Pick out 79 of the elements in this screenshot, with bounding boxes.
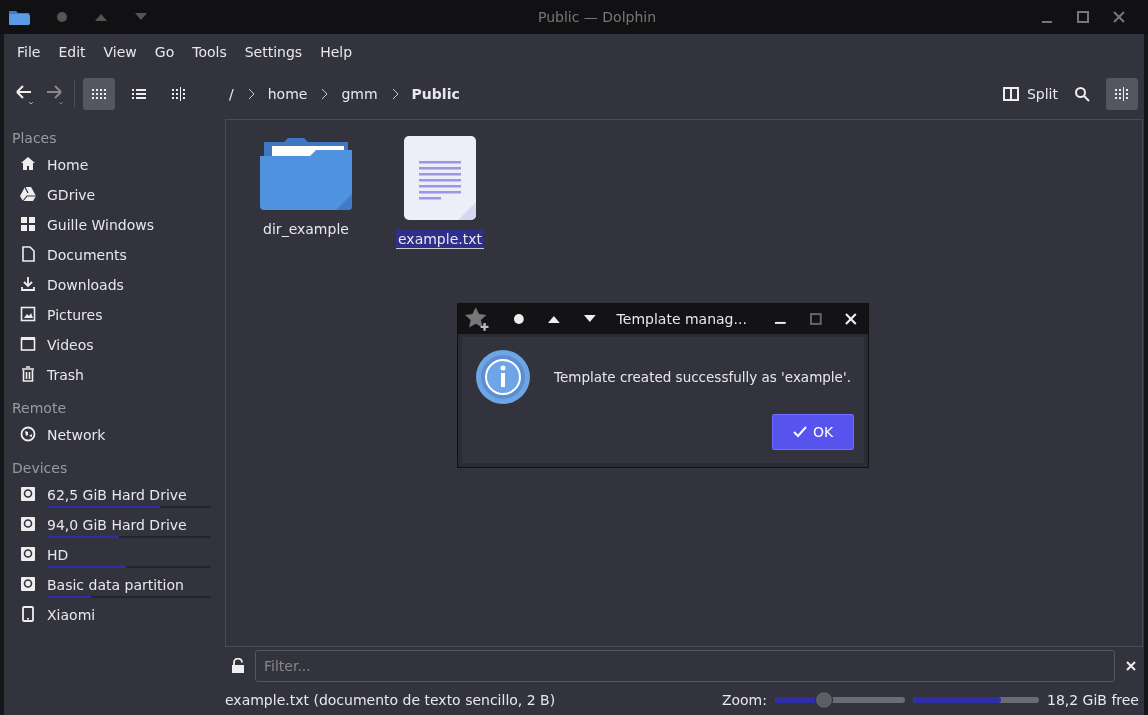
- forward-arrow-icon[interactable]: [44, 82, 66, 106]
- folder-icon: [8, 8, 30, 26]
- hard-drive-icon: [20, 546, 36, 562]
- zoom-slider[interactable]: [774, 691, 905, 709]
- menu-item[interactable]: Settings: [235, 44, 312, 60]
- hard-drive-icon: [20, 486, 36, 502]
- hard-drive-icon: [20, 576, 36, 592]
- panel-icon: [1115, 87, 1129, 101]
- filter-field[interactable]: Filter...: [255, 650, 1115, 682]
- info-icon: [476, 350, 530, 404]
- sidebar-item[interactable]: Pictures: [4, 300, 222, 330]
- caret-up-icon[interactable]: [547, 314, 561, 324]
- hard-drive-icon: [20, 516, 36, 532]
- zoom-label: Zoom:: [721, 692, 767, 708]
- menu-item[interactable]: Go: [145, 44, 184, 60]
- sidebar-item[interactable]: GDrive: [4, 180, 222, 210]
- pin-dot-icon[interactable]: [56, 11, 68, 23]
- back-arrow-icon[interactable]: [14, 82, 36, 106]
- sidebar-item[interactable]: Trash: [4, 360, 222, 390]
- sidebar-item[interactable]: Home: [4, 150, 222, 180]
- picture-icon: [20, 306, 36, 322]
- sidebar-item[interactable]: Network: [4, 420, 222, 450]
- file-name[interactable]: example.txt: [396, 230, 484, 249]
- padlock-icon[interactable]: [231, 658, 245, 674]
- split-view-icon: [1002, 87, 1019, 101]
- slider-thumb[interactable]: [815, 691, 834, 709]
- dialog-title: Template manag...: [616, 311, 747, 327]
- dialog-message: Template created successfully as 'example'.: [554, 369, 851, 385]
- chevron-right-icon: [390, 88, 399, 100]
- sidebar-item[interactable]: Basic data partition: [4, 570, 222, 600]
- windows-grid-icon: [20, 216, 36, 232]
- sidebar-item[interactable]: 94,0 GiB Hard Drive: [4, 510, 222, 540]
- section-heading: Places: [11, 129, 58, 148]
- breadcrumb-item[interactable]: Public: [408, 86, 463, 102]
- globe-icon: [20, 426, 36, 442]
- chevron-right-icon: [320, 88, 329, 100]
- columns-view-icon: [172, 87, 186, 101]
- split-button[interactable]: Split: [1002, 78, 1058, 110]
- document-icon: [20, 246, 36, 262]
- pin-dot-icon[interactable]: [513, 313, 526, 325]
- file-name[interactable]: dir_example: [261, 220, 351, 239]
- icons-view-icon: [92, 87, 106, 101]
- menu-item[interactable]: Help: [311, 44, 362, 60]
- sidebar-item[interactable]: 62,5 GiB Hard Drive: [4, 480, 222, 510]
- menu-item[interactable]: Edit: [49, 44, 95, 60]
- breadcrumb-item[interactable]: /: [226, 86, 237, 102]
- sidebar-item[interactable]: Videos: [4, 330, 222, 360]
- sidebar-item[interactable]: Xiaomi: [4, 600, 222, 630]
- sidebar-item[interactable]: Downloads: [4, 270, 222, 300]
- ok-button[interactable]: OK: [772, 414, 854, 450]
- triangle-drive-icon: [20, 186, 36, 202]
- breadcrumb-item[interactable]: home: [264, 86, 311, 102]
- section-heading: Remote: [11, 399, 68, 418]
- download-icon: [20, 276, 36, 292]
- details-view-icon: [132, 87, 146, 101]
- info-panel-button[interactable]: [1106, 78, 1138, 110]
- maximize-icon[interactable]: [808, 312, 823, 326]
- sidebar-item[interactable]: HD: [4, 540, 222, 570]
- folder-icon[interactable]: [260, 136, 352, 210]
- menu-item[interactable]: File: [8, 44, 50, 60]
- checkmark-icon: [792, 426, 807, 438]
- section-heading: Devices: [11, 459, 69, 478]
- sidebar-item[interactable]: Guille Windows: [4, 210, 222, 240]
- window-title: Public — Dolphin: [536, 9, 658, 25]
- free-space-text: 18,2 GiB free: [1046, 692, 1139, 708]
- search-icon[interactable]: [1074, 86, 1090, 102]
- phone-icon: [20, 606, 36, 622]
- film-icon: [20, 336, 36, 352]
- icons-view-button[interactable]: [83, 78, 115, 110]
- menu-item[interactable]: View: [94, 44, 146, 60]
- trash-icon: [20, 366, 36, 382]
- breadcrumb-item[interactable]: gmm: [338, 86, 381, 102]
- chevron-right-icon: [246, 88, 255, 100]
- status-text: example.txt (documento de texto sencillo, 2 B): [225, 692, 556, 708]
- home-icon: [20, 156, 36, 172]
- sidebar-item[interactable]: Documents: [4, 240, 222, 270]
- caret-down-icon[interactable]: [582, 314, 597, 324]
- menu-item[interactable]: Tools: [183, 44, 236, 60]
- maximize-icon[interactable]: [1076, 10, 1090, 24]
